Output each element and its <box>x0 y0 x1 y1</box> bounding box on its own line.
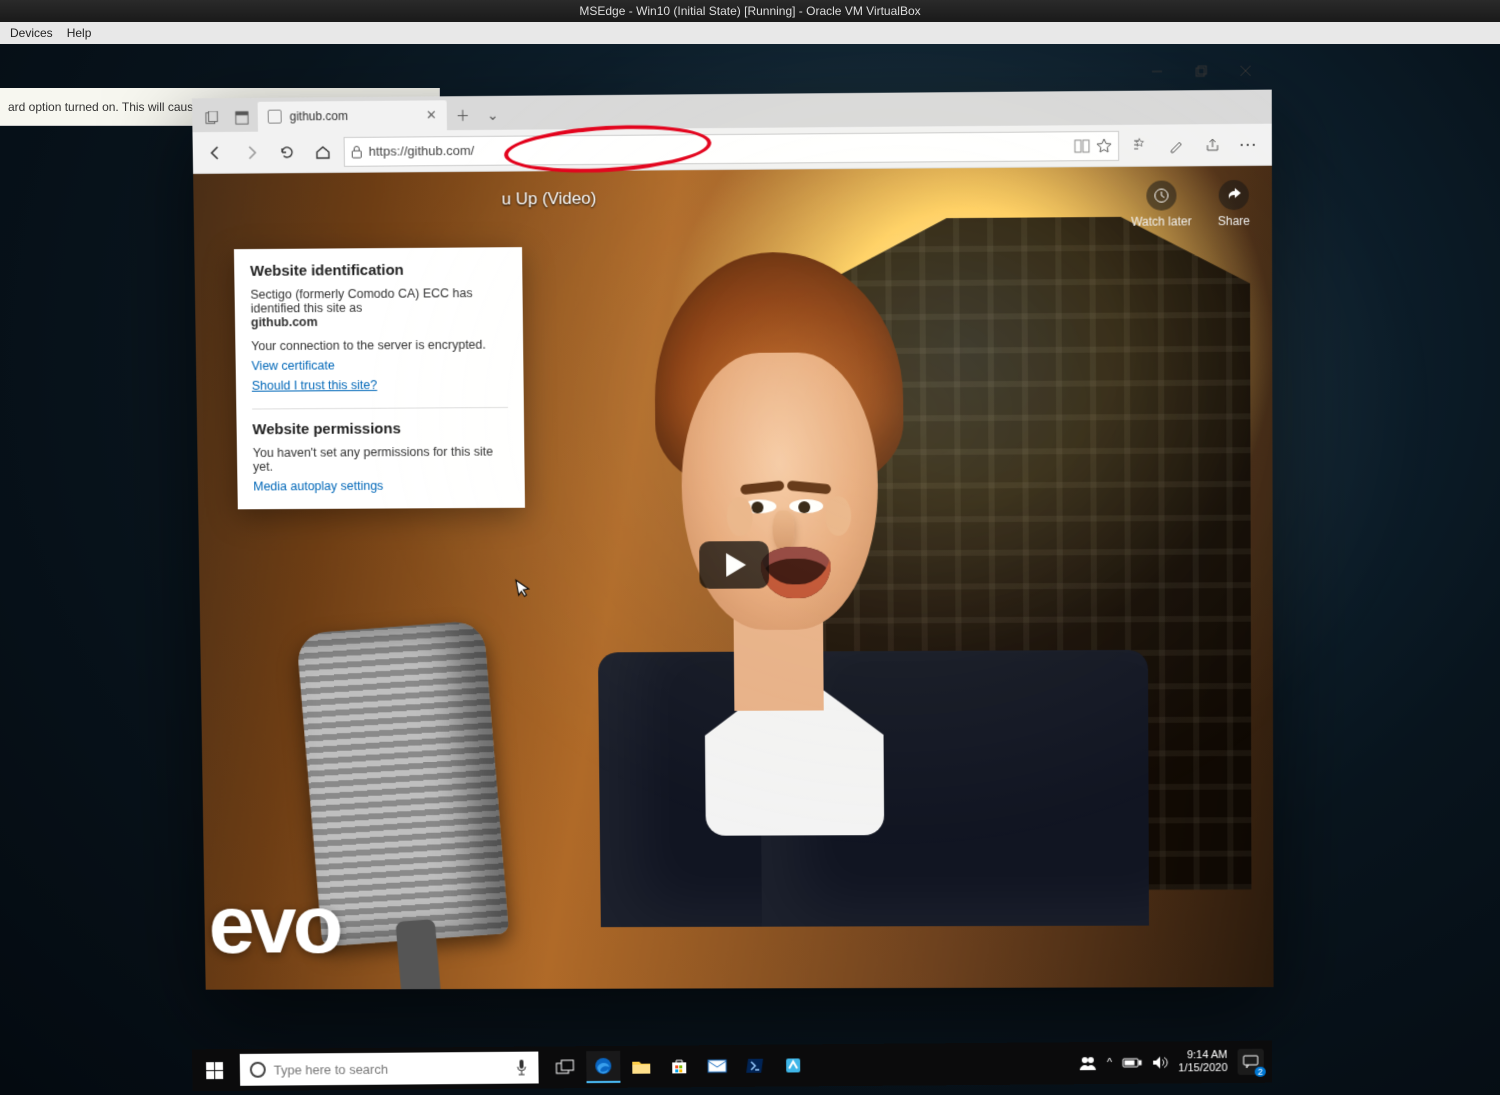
mouse-cursor-icon <box>514 577 531 599</box>
system-tray: ^ 9:14 AM 1/15/2020 2 <box>1071 1049 1272 1077</box>
cortana-circle-icon <box>250 1062 266 1078</box>
tab-close-icon[interactable]: ✕ <box>426 107 437 123</box>
video-top-actions: Watch later Share <box>1131 180 1250 229</box>
refresh-button[interactable] <box>272 137 302 167</box>
tab-favicon-icon <box>268 110 282 124</box>
reading-view-icon[interactable] <box>1074 138 1090 154</box>
taskbar-search-placeholder: Type here to search <box>274 1061 388 1077</box>
site-permissions-text: You haven't set any permissions for this… <box>253 445 509 474</box>
window-close-button[interactable] <box>1223 56 1267 86</box>
battery-icon[interactable] <box>1122 1057 1142 1069</box>
people-icon[interactable] <box>1079 1055 1097 1071</box>
taskbar-clock[interactable]: 9:14 AM 1/15/2020 <box>1178 1049 1227 1075</box>
site-permissions-heading: Website permissions <box>252 420 508 438</box>
share-icon[interactable] <box>1197 130 1227 160</box>
app-icon[interactable] <box>776 1049 810 1081</box>
share-label: Share <box>1218 214 1250 228</box>
share-button[interactable]: Share <box>1218 180 1250 228</box>
vevo-watermark: evo <box>204 877 340 972</box>
site-identity-encrypted: Your connection to the server is encrypt… <box>251 338 507 354</box>
trust-site-link[interactable]: Should I trust this site? <box>252 378 378 393</box>
settings-more-icon[interactable]: ⋯ <box>1234 129 1264 159</box>
powershell-icon[interactable] <box>738 1050 772 1082</box>
vbox-menu-help[interactable]: Help <box>67 26 92 40</box>
site-identity-heading: Website identification <box>250 261 506 280</box>
view-certificate-link[interactable]: View certificate <box>251 359 334 373</box>
taskbar-search[interactable]: Type here to search <box>240 1052 539 1086</box>
browser-tab[interactable]: github.com ✕ <box>258 100 447 131</box>
taskbar-date: 1/15/2020 <box>1178 1062 1227 1075</box>
url-text: https://github.com/ <box>369 143 475 159</box>
microsoft-store-icon[interactable] <box>662 1050 696 1082</box>
tab-preview-icon[interactable] <box>228 104 256 132</box>
virtualbox-titlebar: MSEdge - Win10 (Initial State) [Running]… <box>0 0 1500 22</box>
video-title-fragment: u Up (Video) <box>501 189 596 210</box>
favorite-star-icon[interactable] <box>1096 137 1112 153</box>
mail-icon[interactable] <box>700 1050 734 1082</box>
taskbar-pinned-apps <box>548 1049 810 1083</box>
virtualbox-title: MSEdge - Win10 (Initial State) [Running]… <box>579 4 920 18</box>
start-button[interactable] <box>192 1049 236 1091</box>
notes-icon[interactable] <box>1161 130 1191 160</box>
clock-icon <box>1146 180 1176 210</box>
watch-later-button[interactable]: Watch later <box>1131 180 1192 228</box>
home-button[interactable] <box>308 137 338 167</box>
tab-title: github.com <box>289 109 348 123</box>
site-identity-domain: github.com <box>251 314 507 330</box>
vbox-menu-devices[interactable]: Devices <box>10 26 53 40</box>
edge-taskbar-icon[interactable] <box>586 1051 620 1083</box>
tab-actions-chevron-icon[interactable]: ⌄ <box>478 100 506 130</box>
media-autoplay-link[interactable]: Media autoplay settings <box>253 479 383 494</box>
share-arrow-icon <box>1219 180 1249 210</box>
file-explorer-icon[interactable] <box>624 1051 658 1083</box>
page-content: evo u Up (Video) Watch later Share <box>193 166 1273 990</box>
watch-later-label: Watch later <box>1131 214 1192 228</box>
volume-icon[interactable] <box>1152 1055 1168 1069</box>
site-identity-issuer: Sectigo (formerly Comodo CA) ECC has ide… <box>250 286 507 316</box>
guest-desktop: ard option turned on. This will cause th… <box>0 44 1500 1095</box>
windows-logo-icon <box>206 1062 223 1079</box>
windows-taskbar: Type here to search <box>192 1041 1272 1092</box>
site-identity-popout: Website identification Sectigo (formerly… <box>234 247 525 509</box>
mic-icon[interactable] <box>514 1059 528 1077</box>
notification-badge: 2 <box>1255 1067 1266 1077</box>
task-view-icon[interactable] <box>548 1051 582 1083</box>
address-bar[interactable]: https://github.com/ <box>344 130 1120 166</box>
edge-browser-window: github.com ✕ ＋ ⌄ <box>192 90 1274 990</box>
forward-button[interactable] <box>236 137 266 167</box>
back-button[interactable] <box>200 137 230 167</box>
favorites-list-icon[interactable] <box>1125 130 1155 160</box>
window-restore-button[interactable] <box>1179 56 1223 86</box>
taskbar-time: 9:14 AM <box>1178 1049 1227 1062</box>
new-tab-button[interactable]: ＋ <box>449 100 477 130</box>
tray-chevron-icon[interactable]: ^ <box>1107 1057 1112 1069</box>
window-minimize-button[interactable] <box>1135 56 1179 86</box>
virtualbox-menubar: Devices Help <box>0 22 1500 44</box>
lock-icon[interactable] <box>351 144 363 158</box>
action-center-icon[interactable]: 2 <box>1238 1049 1264 1075</box>
tabs-aside-icon[interactable] <box>198 104 226 132</box>
play-button[interactable] <box>699 541 769 589</box>
